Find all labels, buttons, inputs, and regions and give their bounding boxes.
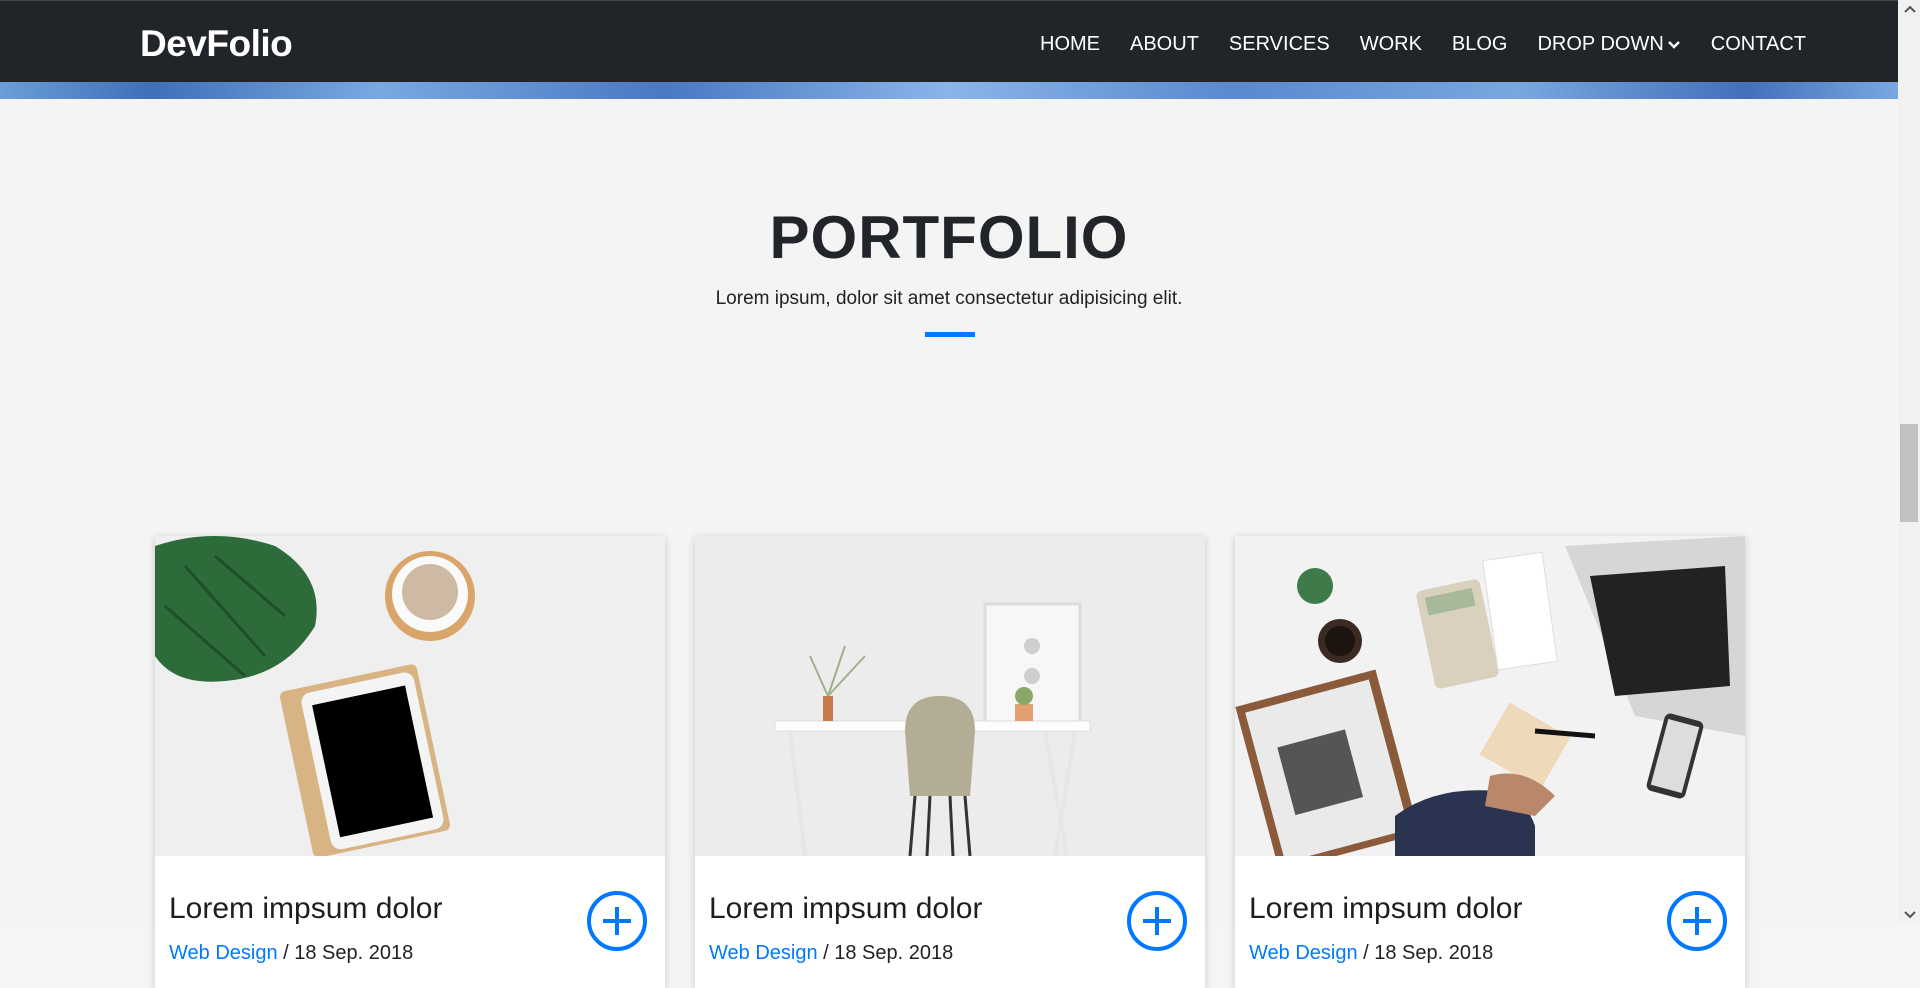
card-title[interactable]: Lorem impsum dolor <box>169 892 442 926</box>
nav-work[interactable]: WORK <box>1360 33 1422 56</box>
nav-dropdown-label: DROP DOWN <box>1537 33 1664 55</box>
card-meta: Web Design / 18 Sep. 2018 <box>169 942 413 965</box>
portfolio-card[interactable]: Lorem impsum dolor Web Design / 18 Sep. … <box>695 536 1205 988</box>
portfolio-image[interactable] <box>155 536 665 856</box>
card-title[interactable]: Lorem impsum dolor <box>1249 892 1522 926</box>
chevron-down-icon <box>1667 40 1680 49</box>
plus-circle-icon[interactable] <box>587 891 647 951</box>
portfolio-card[interactable]: Lorem impsum dolor Web Design / 18 Sep. … <box>155 536 665 988</box>
scroll-down-arrow-icon[interactable] <box>1904 910 1916 920</box>
portfolio-image[interactable] <box>1235 536 1745 856</box>
top-navbar: DevFolio HOME ABOUT SERVICES WORK BLOG D… <box>0 0 1898 83</box>
card-date: / 18 Sep. 2018 <box>817 942 954 964</box>
hero-banner-edge <box>0 82 1898 99</box>
portfolio-section: PORTFOLIO Lorem ipsum, dolor sit amet co… <box>0 99 1898 988</box>
scrollbar-thumb[interactable] <box>1900 424 1918 522</box>
nav-dropdown[interactable]: DROP DOWN <box>1537 33 1680 56</box>
portfolio-card[interactable]: Lorem impsum dolor Web Design / 18 Sep. … <box>1235 536 1745 988</box>
card-category-link[interactable]: Web Design <box>1249 942 1358 964</box>
portfolio-image[interactable] <box>695 536 1205 856</box>
card-category-link[interactable]: Web Design <box>709 942 818 964</box>
brand-logo[interactable]: DevFolio <box>140 23 293 65</box>
scroll-up-arrow-icon[interactable] <box>1904 4 1916 14</box>
card-date: / 18 Sep. 2018 <box>1357 942 1494 964</box>
nav-blog[interactable]: BLOG <box>1452 33 1508 56</box>
card-category-link[interactable]: Web Design <box>169 942 278 964</box>
nav-services[interactable]: SERVICES <box>1229 33 1330 56</box>
nav-contact[interactable]: CONTACT <box>1711 33 1806 56</box>
title-underline <box>925 332 975 337</box>
plus-circle-icon[interactable] <box>1127 891 1187 951</box>
plus-circle-icon[interactable] <box>1667 891 1727 951</box>
nav-home[interactable]: HOME <box>1040 33 1100 56</box>
main-menu: HOME ABOUT SERVICES WORK BLOG DROP DOWN … <box>1040 33 1806 56</box>
nav-about[interactable]: ABOUT <box>1130 33 1199 56</box>
card-date: / 18 Sep. 2018 <box>277 942 414 964</box>
card-meta: Web Design / 18 Sep. 2018 <box>709 942 953 965</box>
section-title: PORTFOLIO <box>769 204 1129 271</box>
card-meta: Web Design / 18 Sep. 2018 <box>1249 942 1493 965</box>
card-title[interactable]: Lorem impsum dolor <box>709 892 982 926</box>
section-subtitle: Lorem ipsum, dolor sit amet consectetur … <box>715 288 1183 309</box>
